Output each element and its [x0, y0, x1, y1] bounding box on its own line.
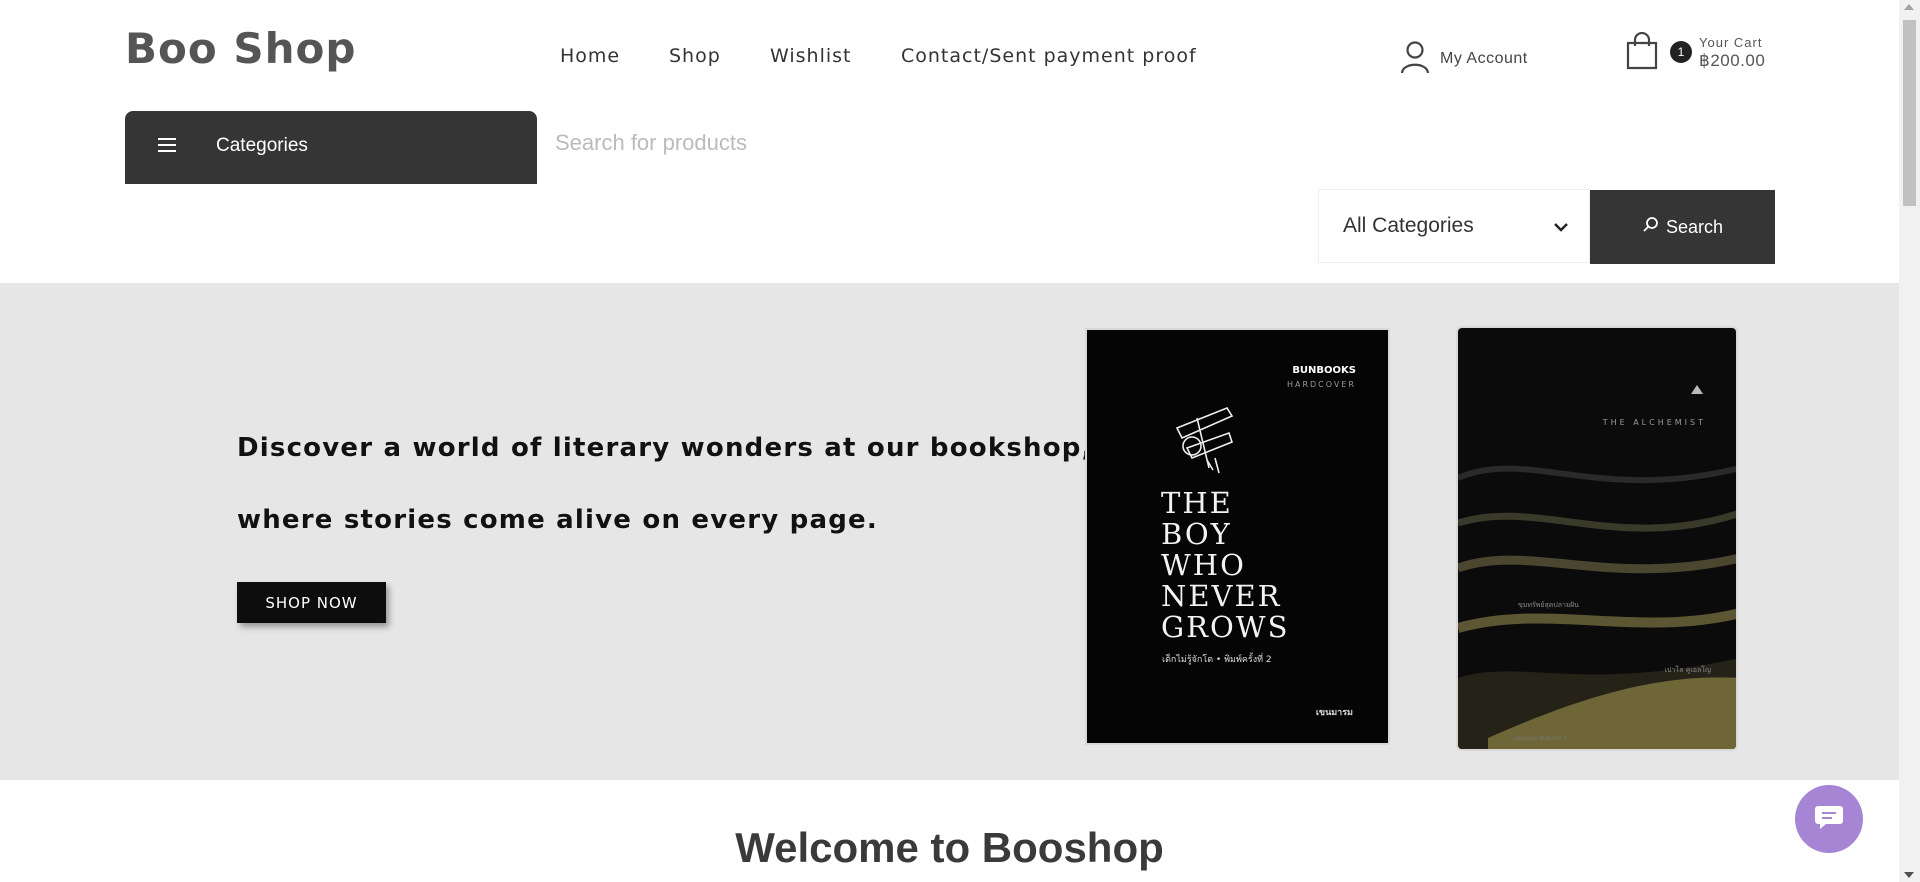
categories-menu-button[interactable]: Categories	[125, 111, 537, 184]
category-select[interactable]: All Categories	[1318, 189, 1590, 263]
category-select-value: All Categories	[1343, 214, 1474, 237]
search-button[interactable]: Search	[1590, 190, 1775, 264]
book1-author: เขนมารม	[1315, 708, 1353, 718]
airplane-illustration-icon	[1157, 398, 1247, 492]
shopping-bag-icon	[1625, 31, 1659, 74]
nav-contact[interactable]: Contact/Sent payment proof	[901, 45, 1197, 67]
nav-wishlist[interactable]: Wishlist	[770, 45, 852, 67]
book-cover-the-alchemist[interactable]: THE ALCHEMIST ขุมทรัพย์สุดปลายฝัน เปาโล …	[1456, 326, 1738, 751]
book2-footer: ฉบับปกแข็ง พิมพ์ครั้งที่ 2	[1513, 736, 1567, 742]
scroll-down-arrow-icon[interactable]	[1904, 872, 1914, 878]
shop-now-label: SHOP NOW	[265, 593, 358, 612]
page-scrollbar[interactable]	[1899, 0, 1920, 882]
scroll-up-arrow-icon[interactable]	[1904, 4, 1914, 10]
search-button-label: Search	[1665, 216, 1724, 237]
hero-banner: Discover a world of literary wonders at …	[0, 283, 1899, 780]
chat-widget-button[interactable]	[1795, 785, 1863, 853]
cart-label: Your Cart	[1699, 35, 1763, 50]
book2-author: เปาโล คูเอลโญ	[1664, 666, 1711, 674]
site-logo[interactable]: Boo Shop	[125, 24, 356, 73]
nav-shop[interactable]: Shop	[669, 45, 721, 67]
shop-now-button[interactable]: SHOP NOW	[237, 582, 386, 623]
my-account-label: My Account	[1440, 50, 1528, 67]
welcome-heading: Welcome to Booshop	[735, 824, 1164, 871]
nav-home[interactable]: Home	[560, 45, 620, 67]
page: Boo Shop Home Shop Wishlist Contact/Sent…	[0, 0, 1899, 882]
my-account-link[interactable]: My Account	[1400, 40, 1528, 78]
chat-icon	[1814, 803, 1844, 835]
categories-label: Categories	[216, 135, 308, 156]
pyramid-icon	[1691, 385, 1703, 394]
user-icon	[1400, 40, 1430, 78]
book-cover-boy-who-never-grows[interactable]: BUNBOOKS HARDCOVER THE BOY WHO NEVER GRO…	[1085, 328, 1390, 745]
book2-subtitle: ขุมทรัพย์สุดปลายฝัน	[1518, 601, 1579, 609]
hero-headline-line1: Discover a world of literary wonders at …	[237, 433, 1093, 463]
hamburger-icon	[158, 138, 176, 152]
book1-subtitle: เด็กไม่รู้จักโต • พิมพ์ครั้งที่ 2	[1162, 655, 1272, 665]
cart-total: ฿200.00	[1699, 51, 1766, 70]
book2-title: THE ALCHEMIST	[1602, 418, 1706, 427]
hero-headline-line2: where stories come alive on every page.	[237, 505, 878, 535]
cart-count-badge: 1	[1670, 41, 1692, 63]
product-search-input[interactable]	[555, 130, 1055, 156]
book1-title: THE BOY WHO NEVER GROWS	[1161, 486, 1290, 644]
chevron-down-icon	[1553, 218, 1569, 237]
cart-widget[interactable]: 1 Your Cart ฿200.00	[1625, 31, 1765, 74]
cart-summary: Your Cart ฿200.00	[1699, 35, 1765, 71]
search-icon	[1642, 216, 1660, 238]
scrollbar-thumb[interactable]	[1903, 20, 1916, 206]
book1-publisher: BUNBOOKS HARDCOVER	[1286, 365, 1356, 389]
